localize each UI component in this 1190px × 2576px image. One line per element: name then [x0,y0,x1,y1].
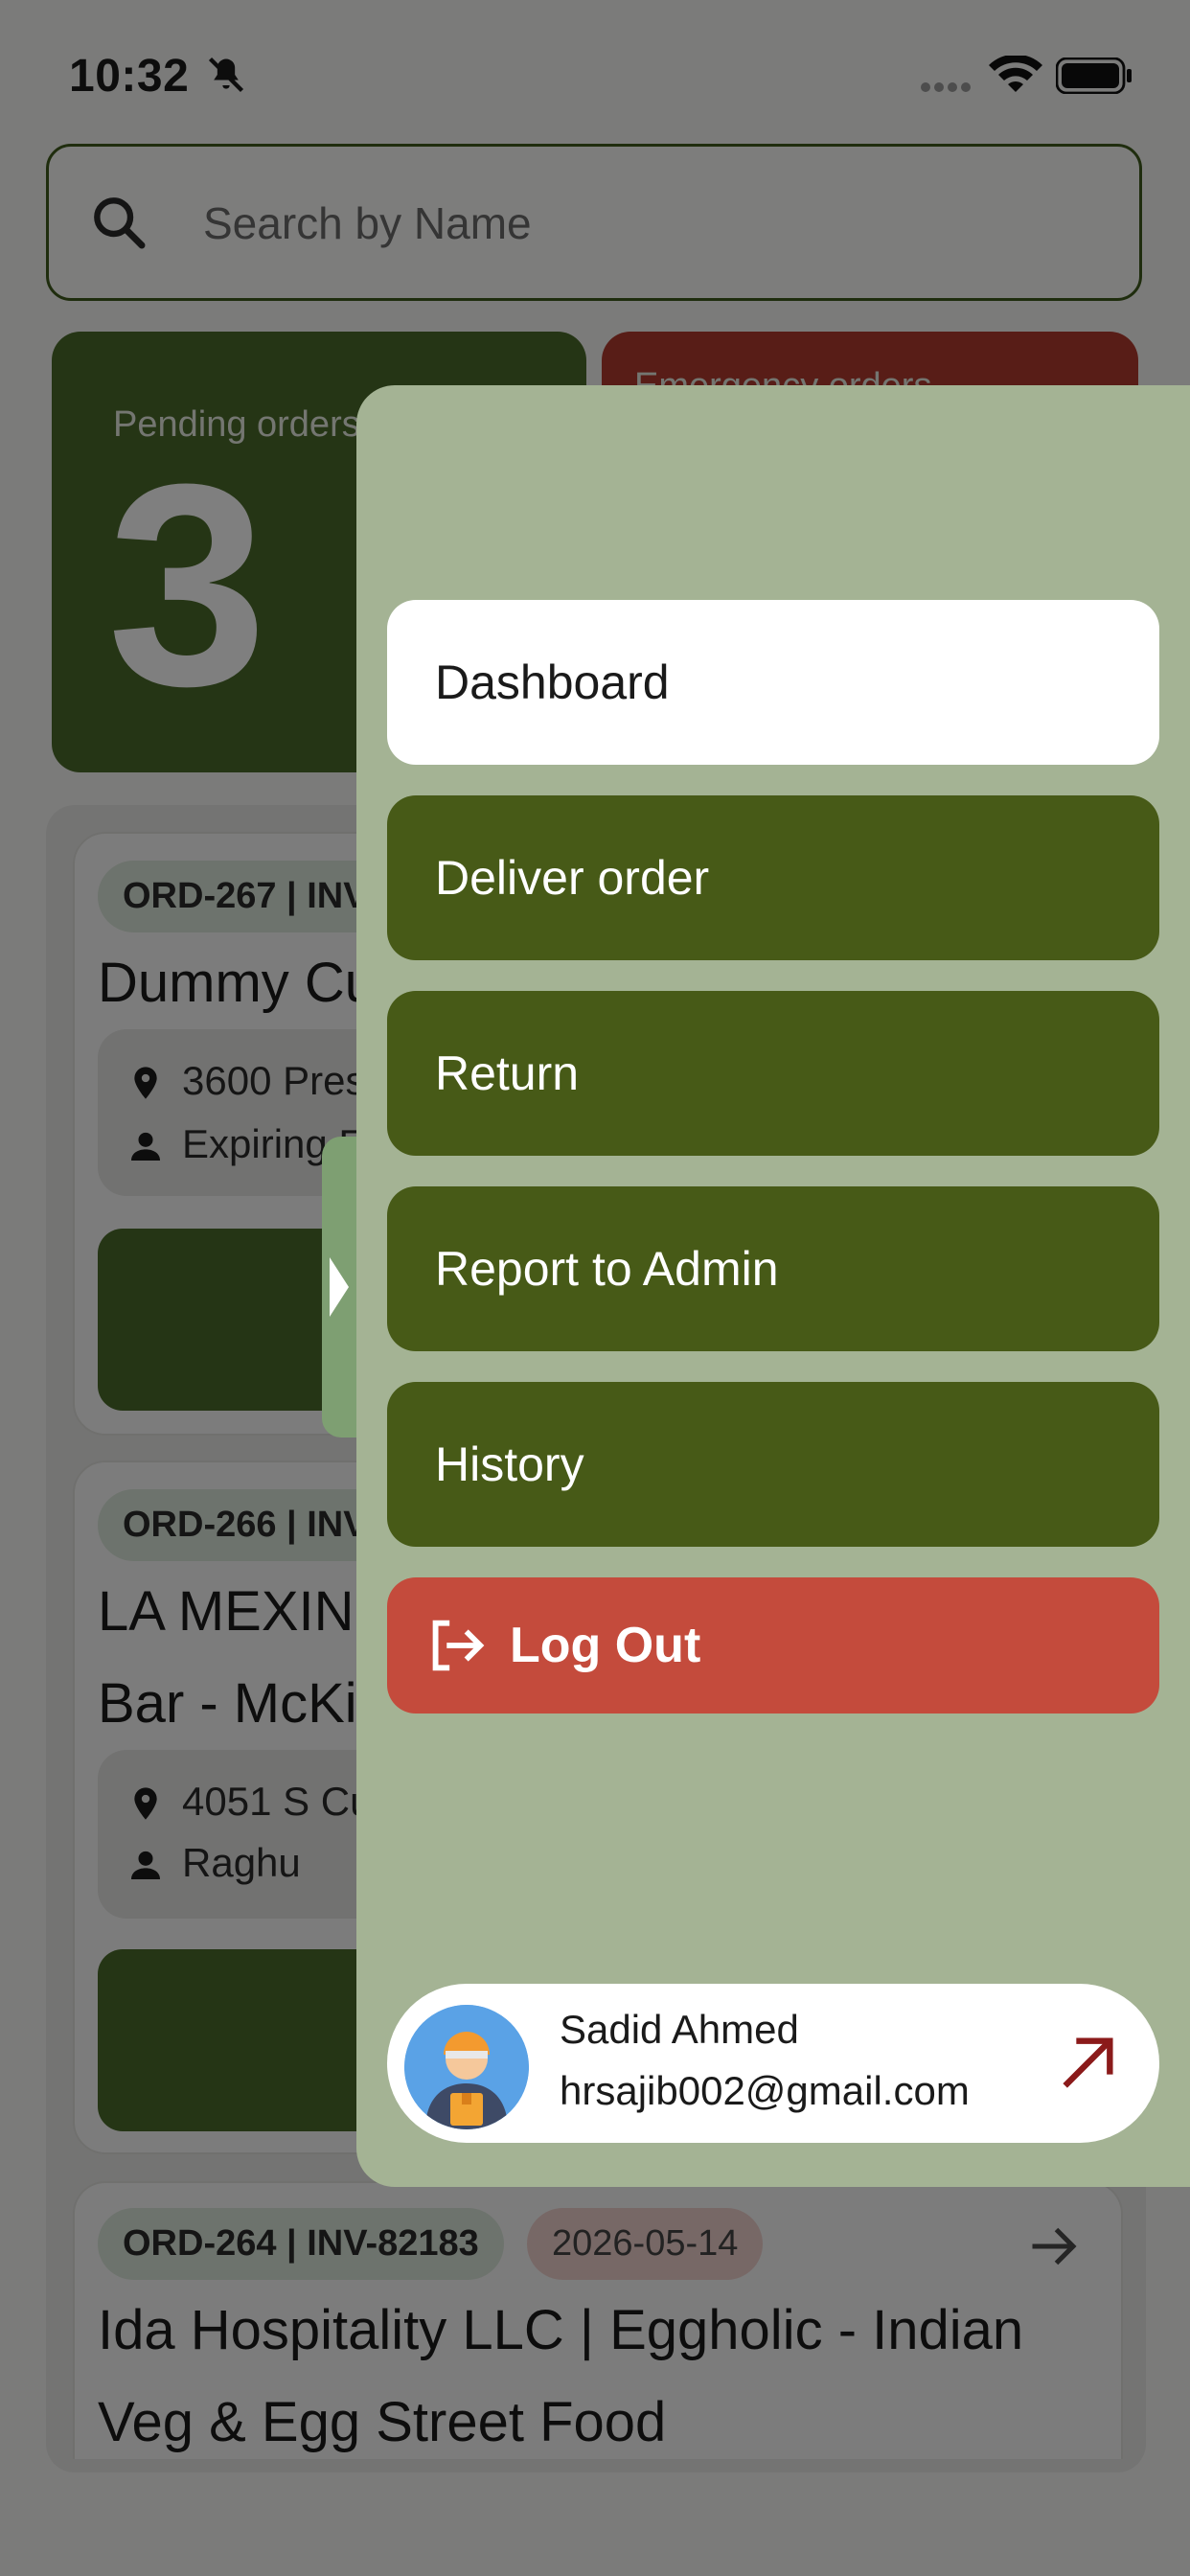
menu-item-return[interactable]: Return [387,991,1159,1156]
chevron-right-icon [330,1257,349,1317]
logout-label: Log Out [510,1618,701,1673]
menu-item-deliver-order[interactable]: Deliver order [387,795,1159,960]
profile-name: Sadid Ahmed [560,2007,799,2052]
menu-item-label: Report to Admin [435,1242,779,1296]
profile-email: hrsajib002@gmail.com [560,2068,970,2113]
menu-item-label: Return [435,1046,580,1100]
logout-button[interactable]: Log Out [387,1577,1159,1714]
menu-item-label: History [435,1438,584,1491]
menu-item-label: Deliver order [435,851,710,905]
avatar [404,2005,529,2129]
menu-item-report-to-admin[interactable]: Report to Admin [387,1186,1159,1351]
menu-item-label: Dashboard [435,656,670,709]
external-link-icon[interactable] [1054,2030,1121,2097]
logout-icon [432,1620,485,1671]
menu-item-dashboard[interactable]: Dashboard [387,600,1159,765]
menu-item-history[interactable]: History [387,1382,1159,1547]
